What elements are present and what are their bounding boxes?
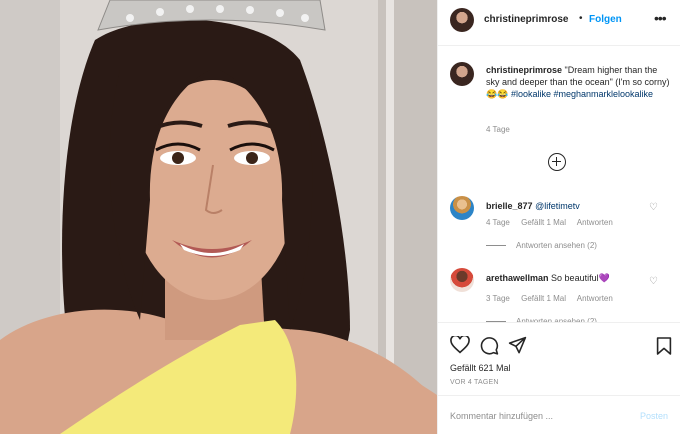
comment-text[interactable]: @lifetimetv: [535, 201, 580, 211]
view-replies-button[interactable]: Antworten ansehen (2): [486, 241, 597, 250]
post-header: christineprimrose • Folgen •••: [438, 0, 680, 46]
comment-avatar[interactable]: [450, 268, 474, 292]
comment-avatar[interactable]: [450, 196, 474, 220]
comment-icon[interactable]: [480, 336, 499, 355]
post-photo[interactable]: [0, 0, 437, 434]
share-icon[interactable]: [508, 336, 527, 355]
plus-circle-icon[interactable]: [548, 153, 566, 171]
like-comment-icon[interactable]: ♡: [649, 202, 658, 213]
heart-icon[interactable]: [450, 336, 470, 354]
caption-time: 4 Tage: [486, 125, 510, 134]
comment-time: 4 Tage: [486, 218, 510, 227]
comment-likes[interactable]: Gefällt 1 Mal: [521, 294, 566, 303]
comment-likes[interactable]: Gefällt 1 Mal: [521, 218, 566, 227]
post-sidebar: christineprimrose • Folgen ••• christine…: [437, 0, 680, 434]
more-options-icon[interactable]: •••: [654, 10, 667, 26]
post-date: VOR 4 TAGEN: [450, 379, 499, 386]
post-comment-button[interactable]: Posten: [640, 411, 668, 421]
comment-text: So beautiful💜: [551, 273, 610, 283]
comment-input[interactable]: [450, 408, 630, 424]
comment-time: 3 Tage: [486, 294, 510, 303]
like-comment-icon[interactable]: ♡: [649, 276, 658, 287]
likes-count[interactable]: Gefällt 621 Mal: [450, 363, 511, 373]
avatar[interactable]: [450, 8, 474, 32]
comment-username[interactable]: brielle_877: [486, 201, 533, 211]
bookmark-icon[interactable]: [656, 336, 672, 356]
post-actions: Gefällt 621 Mal VOR 4 TAGEN Posten: [438, 322, 680, 434]
reply-button[interactable]: Antworten: [577, 218, 613, 227]
separator-dot: •: [579, 13, 583, 24]
follow-button[interactable]: Folgen: [589, 14, 622, 25]
caption-username[interactable]: christineprimrose: [486, 65, 562, 75]
reply-button[interactable]: Antworten: [577, 294, 613, 303]
caption-hashtags[interactable]: #lookalike #meghanmarklelookalike: [511, 89, 653, 99]
post-username[interactable]: christineprimrose: [484, 14, 568, 25]
caption-avatar[interactable]: [450, 62, 474, 86]
add-comment-bar: Posten: [438, 395, 680, 434]
comment-username[interactable]: arethawellman: [486, 273, 549, 283]
selfie-image: [0, 0, 437, 434]
